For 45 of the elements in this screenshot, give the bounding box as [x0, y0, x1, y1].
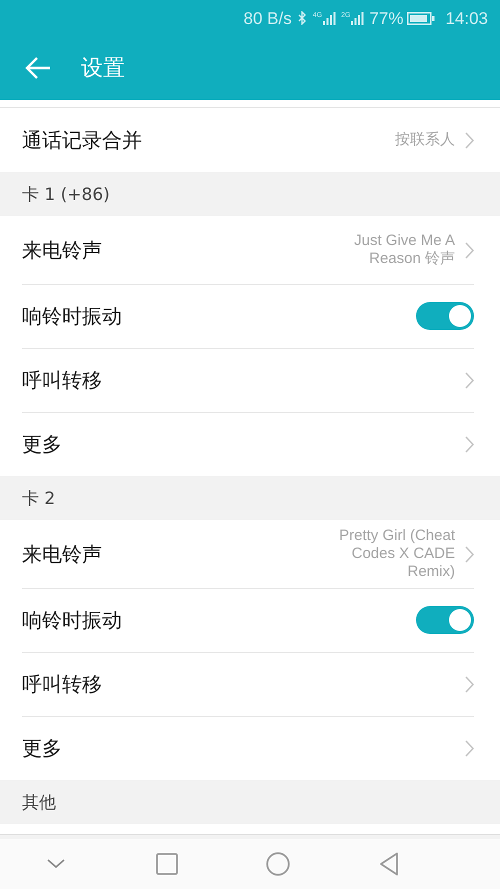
signal-icon — [323, 12, 338, 24]
chevron-right-icon — [465, 740, 474, 756]
settings-row[interactable]: 更多 — [0, 716, 500, 780]
row-value: 按联系人 — [395, 131, 455, 149]
battery-icon — [407, 12, 436, 24]
row-value: Pretty Girl (Cheat Codes X CADE Remix) — [338, 527, 455, 581]
row-value: Just Give Me A Reason 铃声 — [353, 232, 455, 268]
square-icon — [156, 853, 178, 875]
chevron-right-icon — [465, 242, 474, 258]
circle-icon — [266, 852, 290, 876]
settings-row[interactable]: 通话记录合并 按联系人 — [0, 108, 500, 172]
section-header: 卡 2 — [21, 488, 56, 510]
row-label: 更多 — [22, 430, 63, 458]
chevron-right-icon — [465, 372, 474, 388]
row-label: 更多 — [22, 734, 63, 762]
screen-title: 设置 — [81, 55, 125, 83]
settings-row[interactable]: 呼叫转移 — [0, 652, 500, 716]
toggle-switch[interactable] — [416, 302, 474, 330]
network-speed: 80 B/s — [244, 10, 292, 26]
row-label: 来电铃声 — [22, 236, 103, 264]
row-label: 响铃时振动 — [22, 302, 123, 330]
chevron-right-icon — [465, 436, 474, 452]
signal-icon — [351, 12, 366, 24]
row-label: 呼叫转移 — [22, 670, 103, 698]
chevron-down-icon — [46, 859, 64, 869]
settings-row[interactable]: 来电铃声 Just Give Me A Reason 铃声 — [0, 216, 500, 284]
bluetooth-icon — [298, 11, 307, 25]
settings-row[interactable]: 呼叫转移 — [0, 348, 500, 412]
chevron-right-icon — [465, 546, 474, 562]
row-label: 呼叫转移 — [22, 366, 103, 394]
row-label: 响铃时振动 — [22, 606, 123, 634]
settings-row[interactable]: 更多 — [0, 412, 500, 476]
row-label: 来电铃声 — [22, 540, 103, 568]
arrow-left-icon — [25, 57, 51, 79]
chevron-right-icon — [465, 676, 474, 692]
settings-row[interactable]: 来电铃声 Pretty Girl (Cheat Codes X CADE Remix) — [0, 520, 500, 588]
row-label: 通话记录合并 — [22, 126, 143, 154]
triangle-icon — [378, 852, 398, 876]
battery-percent: 77% — [369, 10, 404, 26]
clock: 14:03 — [445, 10, 488, 26]
section-header: 卡 1 (+86) — [21, 184, 111, 206]
back-button[interactable] — [25, 56, 53, 80]
chevron-right-icon — [465, 132, 474, 148]
toggle-switch[interactable] — [416, 606, 474, 634]
section-header: 其他 — [21, 792, 57, 814]
